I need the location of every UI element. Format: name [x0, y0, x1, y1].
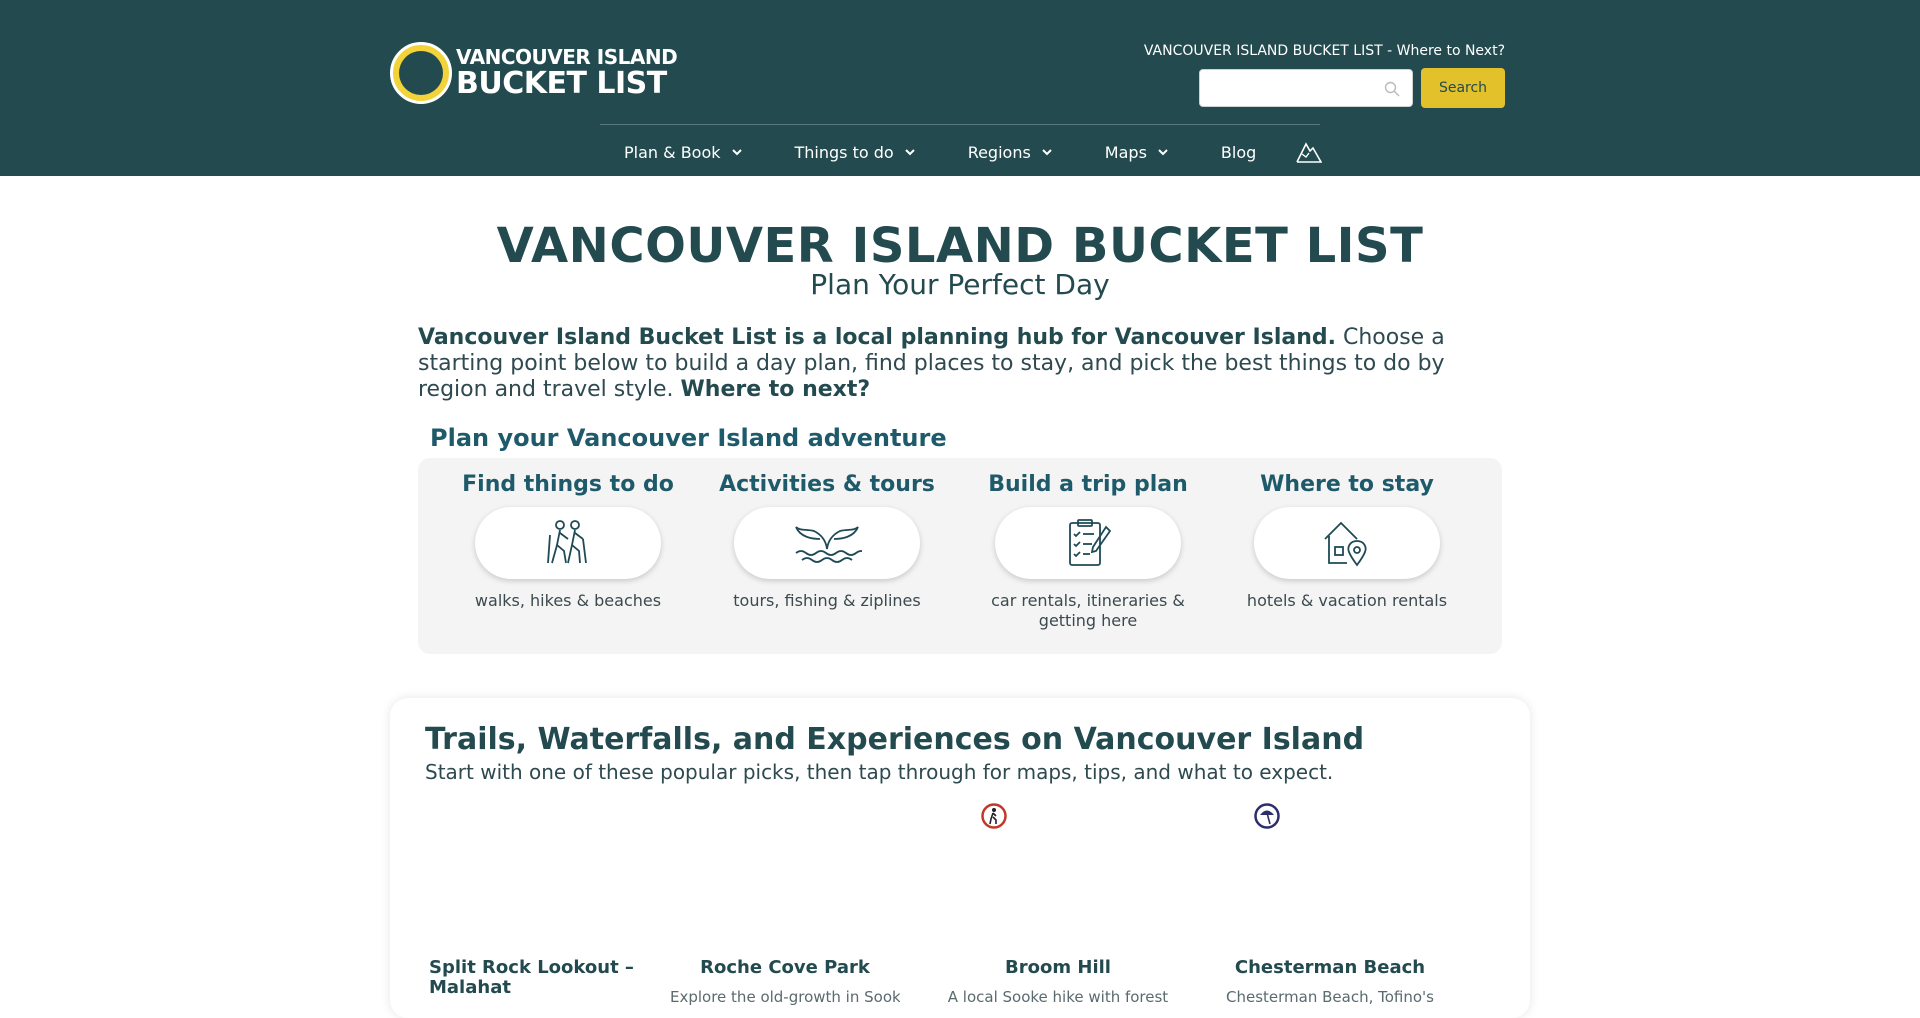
plan-cards-panel: Find things to do walks, hikes & beaches… — [418, 458, 1502, 654]
place-desc: Chesterman Beach, Tofino's — [1226, 988, 1434, 1006]
mountain-icon[interactable] — [1296, 140, 1323, 164]
nav-item-maps[interactable]: Maps — [1105, 143, 1169, 162]
nav-label: Maps — [1104, 142, 1147, 162]
card-button[interactable] — [995, 507, 1181, 579]
card-title: Where to stay — [1260, 472, 1434, 497]
page-title: VANCOUVER ISLAND BUCKET LIST — [496, 218, 1424, 274]
card-trip-plan[interactable]: Build a trip plan car rentals, itinerari… — [958, 458, 1218, 631]
card-find-things[interactable]: Find things to do walks, hikes & beaches — [438, 458, 698, 611]
trails-section: Trails, Waterfalls, and Experiences on V… — [390, 698, 1530, 1018]
beach-umbrella-badge-icon — [1251, 800, 1283, 832]
page-subtitle: Plan Your Perfect Day — [810, 268, 1110, 301]
place-desc: Explore the old-growth in Sooke — [670, 988, 900, 1006]
nav-item-things-to-do[interactable]: Things to do — [795, 143, 916, 162]
place-title-broom-hill[interactable]: Broom Hill — [948, 958, 1168, 978]
header-tagline: VANCOUVER ISLAND BUCKET LIST - Where to … — [1143, 43, 1505, 59]
intro-bold-end: Where to next? — [680, 377, 871, 402]
hikers-icon — [547, 520, 587, 564]
intro-bold: Vancouver Island Bucket List is a local … — [418, 325, 1336, 350]
place-title-chesterman-beach[interactable]: Chesterman Beach — [1220, 958, 1440, 978]
hiker-badge-icon — [978, 800, 1010, 832]
nav-divider — [600, 124, 1320, 125]
chevron-down-icon — [1042, 149, 1052, 156]
card-subtitle: hotels & vacation rentals — [1246, 591, 1448, 610]
logo-line-1: VANCOUVER ISLAND — [456, 45, 678, 69]
nav-label: Things to do — [794, 142, 894, 162]
trails-title: Trails, Waterfalls, and Experiences on V… — [425, 722, 1365, 757]
card-title: Build a trip plan — [988, 472, 1188, 497]
search-input[interactable] — [1199, 69, 1413, 107]
chevron-down-icon — [1158, 149, 1168, 156]
search-field[interactable] — [1210, 70, 1380, 106]
nav-label: Plan & Book — [624, 142, 721, 162]
logo-badge-icon — [390, 42, 452, 104]
card-title: Activities & tours — [719, 472, 935, 497]
card-subtitle: walks, hikes & beaches — [474, 591, 662, 610]
main-nav: Plan & Book Things to do Regions Maps Bl… — [624, 140, 1323, 164]
site-logo[interactable]: VANCOUVER ISLAND BUCKET LIST — [390, 42, 678, 104]
logo-line-2: BUCKET LIST — [456, 66, 667, 101]
search-icon — [1384, 81, 1400, 97]
whale-tail-icon — [795, 526, 862, 563]
card-button[interactable] — [734, 507, 920, 579]
card-title: Find things to do — [462, 472, 674, 497]
place-title-split-rock[interactable]: Split Rock Lookout – Malahat — [429, 958, 649, 998]
nav-item-blog[interactable]: Blog — [1221, 143, 1256, 162]
card-activities-tours[interactable]: Activities & tours tours, fishing & zipl… — [697, 458, 957, 611]
trails-subtitle: Start with one of these popular picks, t… — [425, 760, 1334, 784]
intro-paragraph: Vancouver Island Bucket List is a local … — [418, 325, 1508, 403]
chevron-down-icon — [904, 149, 915, 156]
plan-section-title: Plan your Vancouver Island adventure — [430, 424, 947, 452]
site-header: VANCOUVER ISLAND BUCKET LIST VANCOUVER I… — [0, 0, 1920, 176]
card-button[interactable] — [475, 507, 661, 579]
card-subtitle: car rentals, itineraries & getting here — [991, 591, 1185, 630]
nav-item-plan-book[interactable]: Plan & Book — [624, 143, 743, 162]
card-subtitle: tours, fishing & ziplines — [733, 591, 921, 610]
nav-label: Blog — [1220, 142, 1257, 162]
place-desc: A local Sooke hike with forest — [947, 988, 1169, 1006]
checklist-icon — [1069, 519, 1112, 566]
chevron-down-icon — [731, 149, 742, 156]
nav-item-regions[interactable]: Regions — [968, 143, 1053, 162]
nav-label: Regions — [967, 142, 1031, 162]
place-title-roche-cove[interactable]: Roche Cove Park — [675, 958, 895, 978]
card-button[interactable] — [1254, 507, 1440, 579]
card-where-to-stay[interactable]: Where to stay hotels & vacation rentals — [1217, 458, 1477, 611]
search-button[interactable]: Search — [1421, 68, 1505, 108]
house-pin-icon — [1324, 521, 1367, 567]
